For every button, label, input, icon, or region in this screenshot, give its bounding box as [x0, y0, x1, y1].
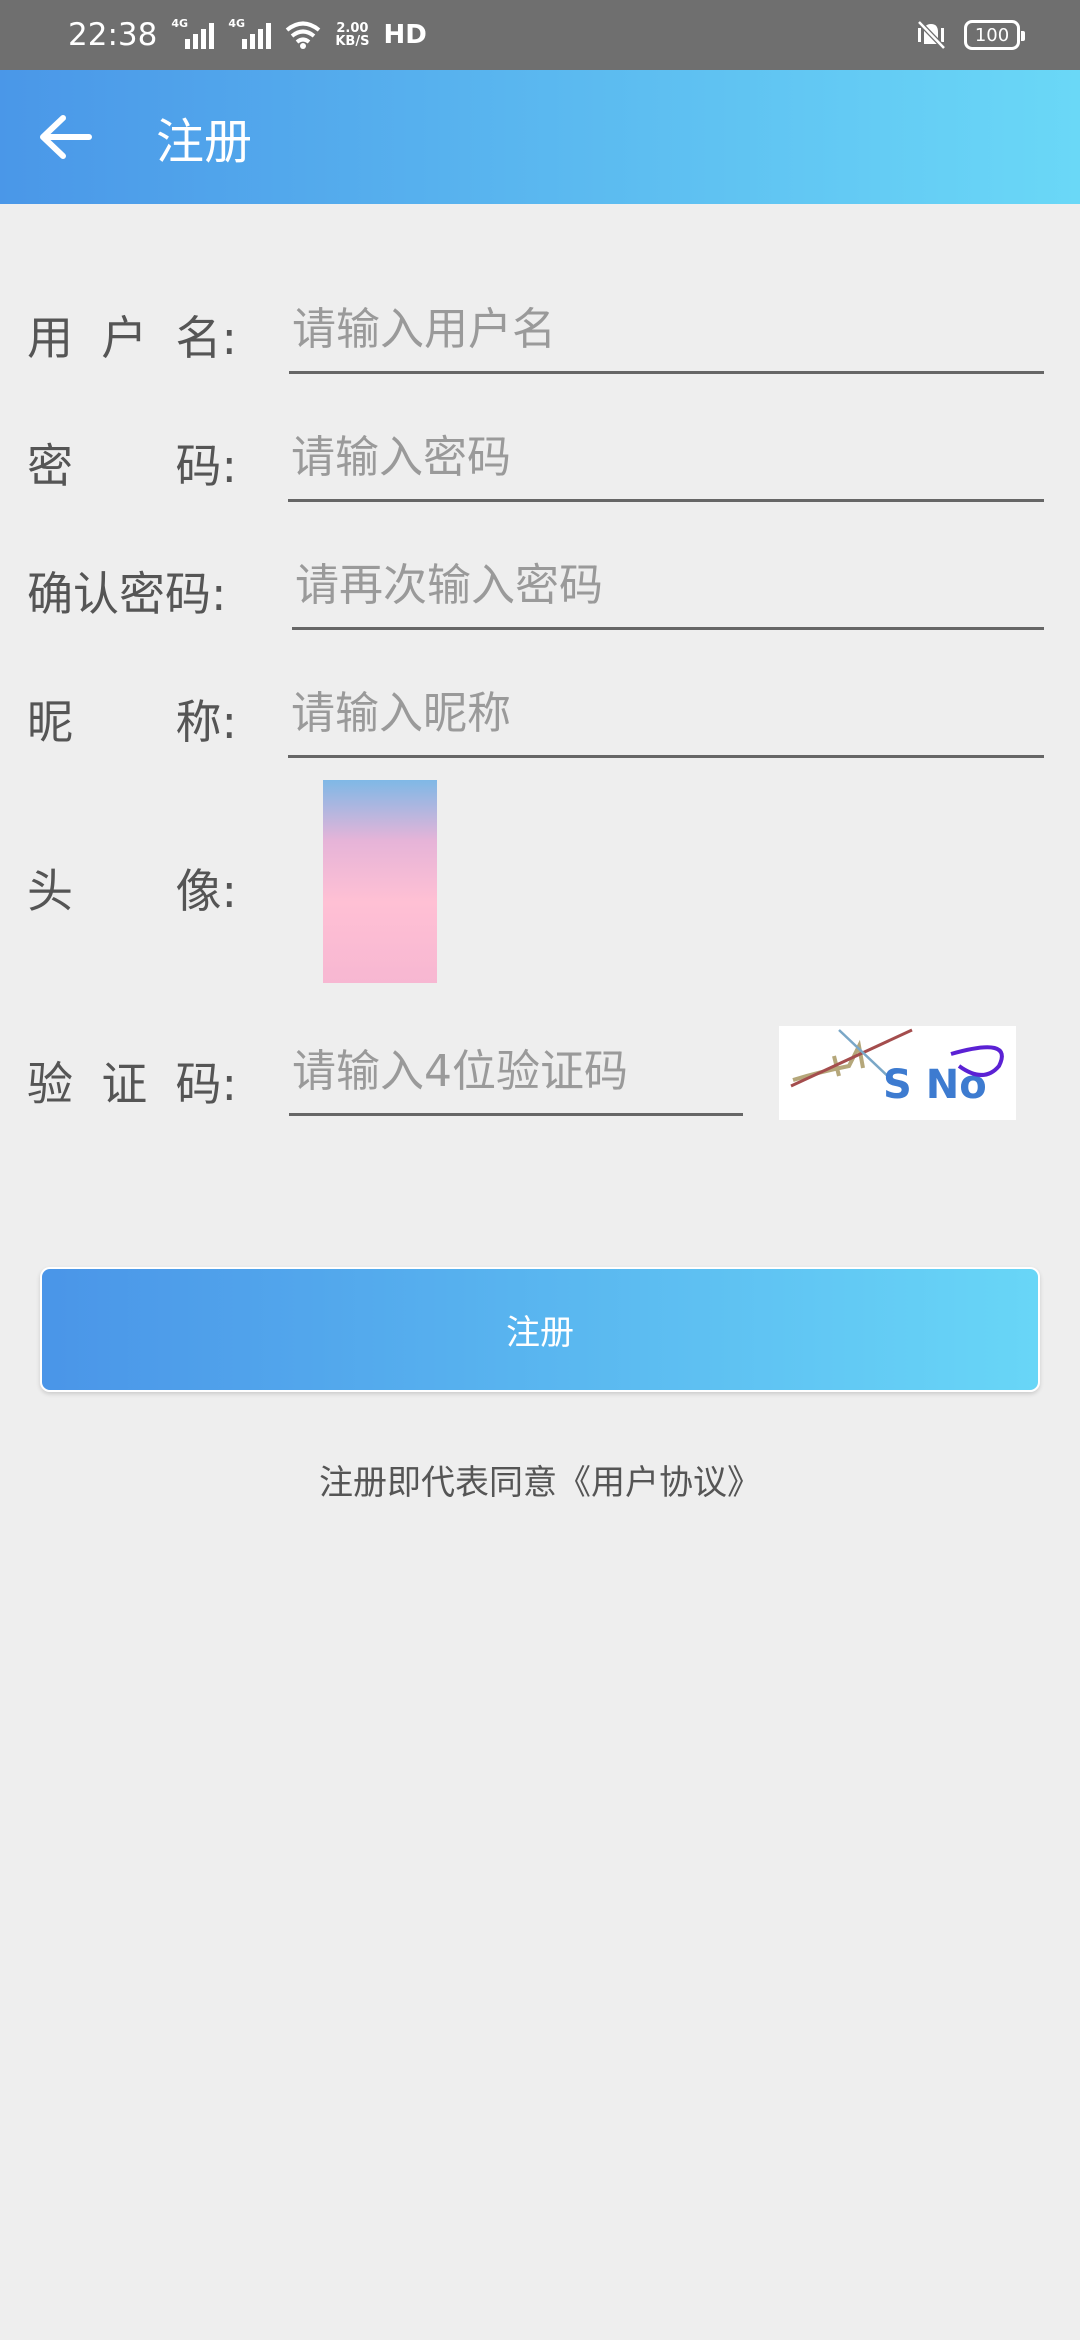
network-type-2: 4G	[228, 17, 246, 30]
battery-icon: 100	[964, 20, 1025, 50]
network-type-1: 4G	[171, 17, 189, 30]
captcha-label: 验 证 码:	[27, 1048, 237, 1114]
network-speed: 2.00 KB/S	[335, 22, 369, 48]
page-title: 注册	[156, 114, 253, 170]
avatar-label-char-2: 像:	[175, 864, 238, 918]
username-label-char-1: 用	[27, 311, 73, 365]
password-label-char-2: 码:	[175, 439, 238, 493]
password-label: 密 码:	[27, 430, 237, 496]
status-bar: 22:38 4G 4G 2.00 KB/S HD 100	[0, 0, 1080, 70]
nickname-input[interactable]	[288, 672, 1044, 758]
captcha-label-char-1: 验	[27, 1057, 73, 1111]
status-time: 22:38	[68, 17, 158, 53]
nickname-label: 昵 称:	[27, 686, 237, 752]
password-input[interactable]	[288, 416, 1044, 502]
avatar-label: 头 像:	[27, 855, 237, 921]
captcha-code-text: S No	[883, 1062, 987, 1108]
password-label-char-1: 密	[27, 439, 73, 493]
confirm-password-input[interactable]	[292, 544, 1044, 630]
signal-icon: 4G	[171, 17, 215, 49]
username-label-char-2: 户	[101, 311, 148, 365]
wifi-icon	[286, 21, 321, 49]
speed-unit: KB/S	[335, 34, 370, 49]
register-button[interactable]: 注册	[40, 1267, 1040, 1392]
arrow-left-icon	[40, 115, 92, 159]
confirm-password-label-text: 确认密码:	[27, 567, 227, 621]
captcha-graphic: S No	[790, 1028, 1004, 1108]
status-left: 22:38 4G 4G 2.00 KB/S HD	[68, 17, 427, 53]
username-label: 用 户 名:	[27, 302, 237, 368]
back-button[interactable]	[10, 70, 120, 204]
nickname-label-char-1: 昵	[27, 695, 73, 749]
battery-level: 100	[974, 24, 1010, 46]
app-bar: 注册	[0, 70, 1080, 204]
status-right: 100	[914, 18, 1025, 52]
captcha-input[interactable]	[289, 1030, 743, 1116]
confirm-password-label: 确认密码:	[27, 558, 237, 624]
captcha-label-char-3: 码:	[175, 1057, 238, 1111]
captcha-image[interactable]: S No	[779, 1026, 1016, 1120]
hd-indicator: HD	[383, 20, 427, 50]
captcha-label-char-2: 证	[101, 1057, 148, 1111]
avatar-label-char-1: 头	[27, 864, 73, 918]
avatar-image[interactable]	[323, 780, 437, 983]
username-input[interactable]	[289, 288, 1044, 374]
user-agreement-link[interactable]: 注册即代表同意《用户协议》	[0, 1455, 1080, 1504]
signal-icon-2: 4G	[228, 17, 272, 49]
username-label-char-3: 名:	[175, 311, 238, 365]
mute-vibrate-icon	[917, 20, 946, 50]
nickname-label-char-2: 称:	[175, 695, 238, 749]
